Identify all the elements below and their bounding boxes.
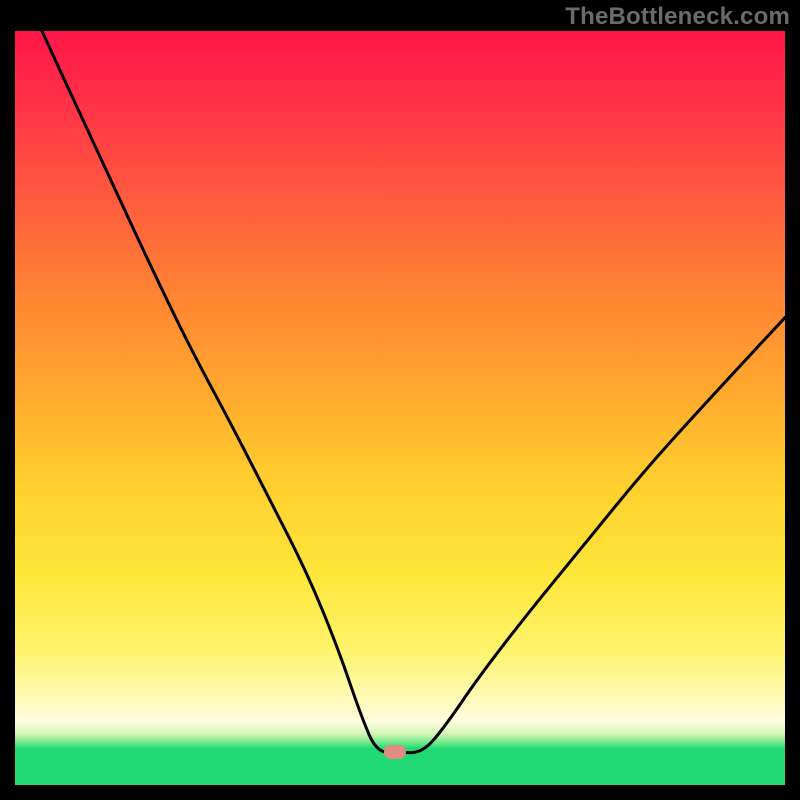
watermark-text: TheBottleneck.com xyxy=(565,3,790,31)
bottleneck-curve xyxy=(42,31,785,753)
optimum-marker xyxy=(384,745,406,759)
chart-frame: TheBottleneck.com xyxy=(0,0,800,800)
plot-area xyxy=(15,31,785,785)
curve-layer xyxy=(15,31,785,785)
